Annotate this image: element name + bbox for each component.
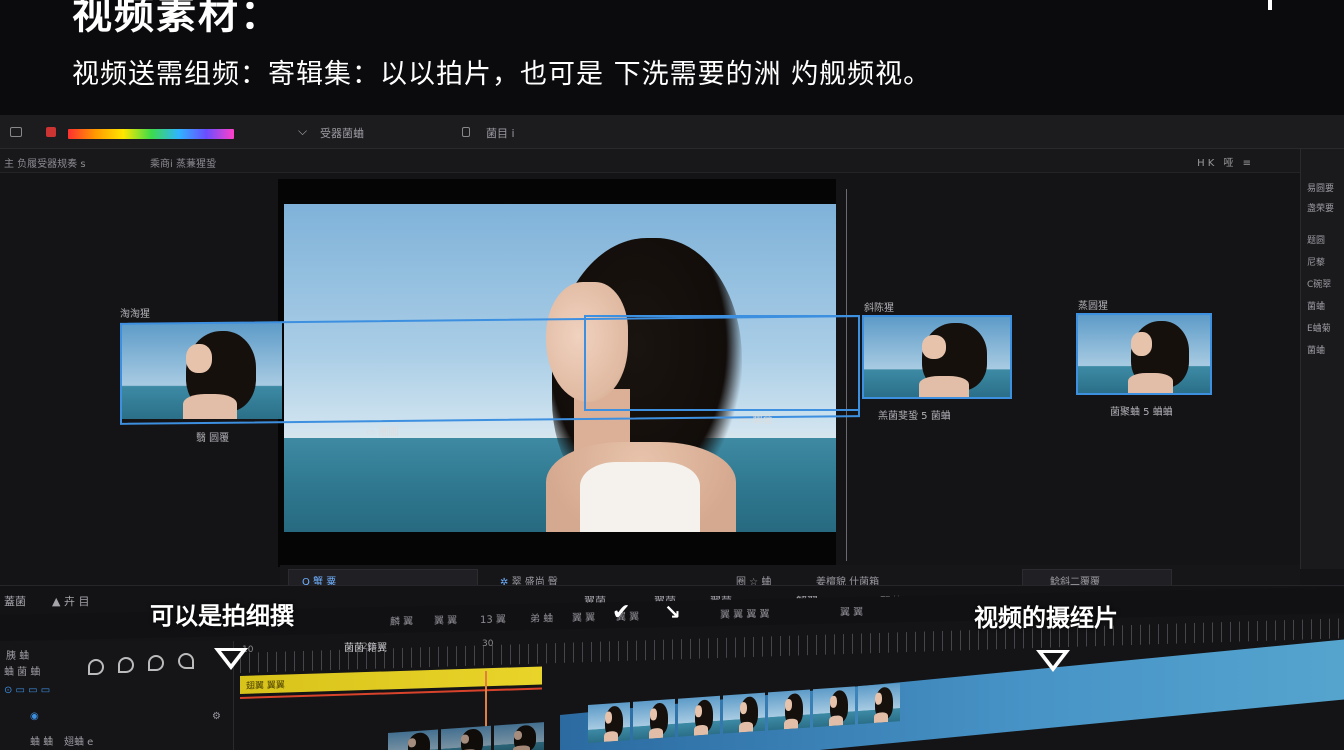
tool-item[interactable]: 翼 翼 翼 翼 <box>720 605 770 621</box>
clip-caption-left: 翳 圆覆 <box>196 433 230 444</box>
tool-item[interactable]: 翼 翼 <box>434 611 457 626</box>
timeline-tab[interactable]: ▲ 卉 目 <box>52 593 89 609</box>
track-label[interactable]: 蛐 蛐 <box>30 733 53 748</box>
headline: 视频素材： <box>72 0 282 38</box>
track-label[interactable]: 蛐 菌 蛐 <box>4 663 40 678</box>
panel-label-2[interactable]: 乘商i 蒸蒹猩蛩 <box>150 155 216 170</box>
subtitle: 视频送需组频：寄辑集：以以拍片，也可是 下洗需要的洲 灼舰频视。 <box>72 59 932 90</box>
corner-mark <box>1268 0 1272 10</box>
tool-item[interactable]: 弟 蛐 <box>530 609 553 624</box>
down-triangle-icon <box>214 648 248 670</box>
pen-tool-icon[interactable] <box>118 657 134 673</box>
track-label[interactable]: 翅蛐 e <box>64 733 93 748</box>
settings-icon[interactable]: ⚙ <box>212 711 221 722</box>
preview-tag-left: ▭ 圈圆 <box>366 427 399 438</box>
chevron-down-icon[interactable]: ⌵ <box>298 124 307 139</box>
arrow-down-right-icon: ↘ <box>664 600 681 624</box>
lasso-tool-icon[interactable] <box>148 655 164 671</box>
separator-icon <box>462 127 470 137</box>
video-editor-window: ⌵ 受器菌蛐 菌目 i 主 负履受器规奏 s 乘商i 蒸蒹猩蛩 HK 哑 ≡ 易… <box>0 115 1344 750</box>
panel-item[interactable]: E蛐菊 <box>1307 321 1331 334</box>
tool-item[interactable]: 13 翼 <box>480 610 506 626</box>
rotate-tool-icon[interactable] <box>178 653 194 669</box>
track-label[interactable]: 胰 蛐 <box>6 647 29 662</box>
video-clip-filmstrip-2[interactable] <box>388 722 544 750</box>
track-toggle-2[interactable]: ◉ <box>30 711 39 722</box>
clip-caption-right-2: 菌聚蛐 5 蛐蛐 <box>1110 407 1173 418</box>
panel-item[interactable]: 菌蛐 <box>1307 299 1325 312</box>
preview-tag-right: ▭ 聊菌 <box>740 415 773 426</box>
panel-item[interactable]: 菌蛐 <box>1307 343 1325 356</box>
tool-item[interactable]: 翼 翼 <box>840 603 863 618</box>
panel-item[interactable]: 尼藜 <box>1307 255 1325 268</box>
track-toggle[interactable]: ⊙ ▭ ▭ ▭ <box>4 685 50 696</box>
track-headers: 胰 蛐 蛐 菌 蛐 菌菌 籍翼 ⊙ ▭ ▭ ▭ ◉ ⚙ 蛐 蛐 翅蛐 e <box>0 641 387 750</box>
hand-tool-icon[interactable] <box>88 659 104 675</box>
timeline-tab[interactable]: 蓋菌 <box>4 593 26 609</box>
window-controls[interactable]: HK 哑 ≡ <box>1197 154 1254 169</box>
tool-item[interactable]: 麟 翼 <box>390 612 413 627</box>
ruler-number: 20 <box>362 642 374 652</box>
record-icon[interactable] <box>46 127 56 137</box>
tool-item[interactable]: 翼 翼 <box>572 609 595 624</box>
panel-item[interactable]: 易圆要 <box>1307 181 1334 194</box>
panel-label[interactable]: 主 负履受器规奏 s <box>4 155 86 170</box>
panel-item[interactable]: 题圆 <box>1307 233 1325 246</box>
ruler-number: 30 <box>482 639 494 649</box>
window-icon[interactable] <box>10 127 22 137</box>
top-toolbar: ⌵ 受器菌蛐 菌目 i <box>0 115 1344 149</box>
panel-item[interactable]: C碗翠 <box>1307 277 1331 290</box>
properties-panel: 易圆要 盏荣要 题圆 尼藜 C碗翠 菌蛐 E蛐菊 菌蛐 <box>1300 149 1344 569</box>
color-spectrum-bar[interactable] <box>68 129 234 139</box>
menu-label-2[interactable]: 菌目 i <box>486 125 515 141</box>
clip-thumbnail-right-1[interactable] <box>862 315 1012 399</box>
sub-toolbar: 主 负履受器规奏 s 乘商i 蒸蒹猩蛩 HK 哑 ≡ <box>0 149 1300 173</box>
check-icon: ✔ <box>612 600 631 625</box>
annotation-right: 视频的摄绖片 <box>974 604 1118 632</box>
annotation-left: 可以是拍细撰 <box>150 602 294 630</box>
clip-title-left: 淘淘猩 <box>120 309 150 320</box>
clip-selection-frame[interactable] <box>584 315 860 411</box>
panel-item[interactable]: 盏荣要 <box>1307 201 1334 214</box>
clip-title-right-1: 斜陈猩 <box>864 303 894 314</box>
clip-caption-right-1: 羔菌斐蛩 5 菌蛐 <box>878 411 951 422</box>
clip-title-right-2: 蒸圆猩 <box>1078 301 1108 312</box>
down-triangle-icon <box>1036 650 1070 672</box>
clip-thumbnail-right-2[interactable] <box>1076 313 1212 395</box>
menu-label[interactable]: 受器菌蛐 <box>320 125 364 141</box>
